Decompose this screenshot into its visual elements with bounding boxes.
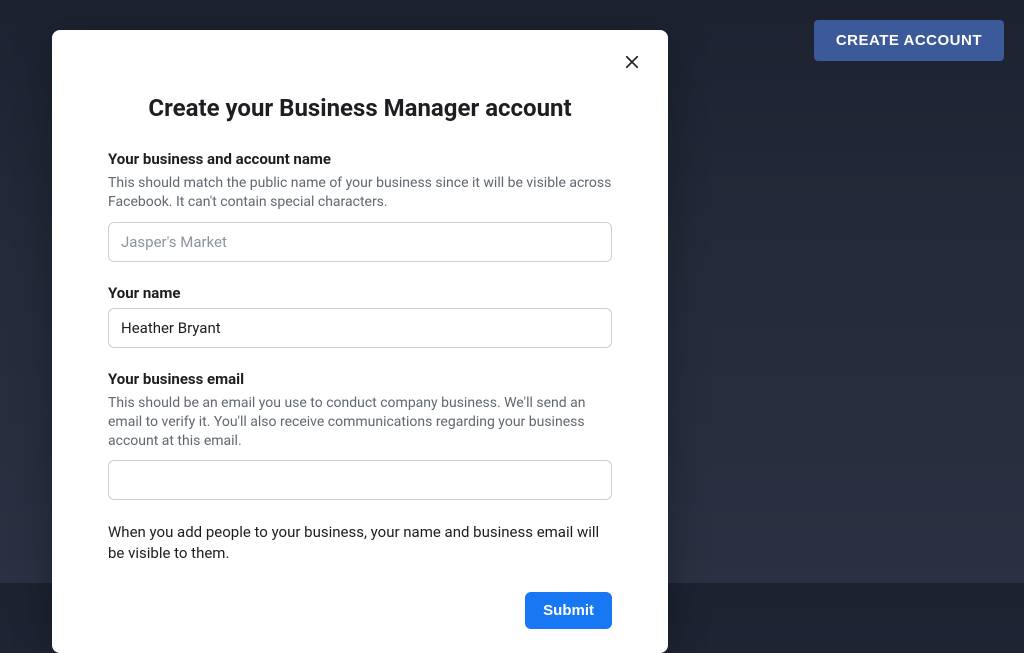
submit-button[interactable]: Submit xyxy=(525,592,612,629)
business-name-input[interactable] xyxy=(108,222,612,262)
close-button[interactable] xyxy=(620,50,644,74)
visibility-note: When you add people to your business, yo… xyxy=(108,522,612,564)
your-name-input[interactable] xyxy=(108,308,612,348)
business-name-label: Your business and account name xyxy=(108,150,612,168)
your-name-group: Your name xyxy=(108,284,612,348)
modal-title: Create your Business Manager account xyxy=(108,94,612,122)
your-name-label: Your name xyxy=(108,284,612,302)
business-email-group: Your business email This should be an em… xyxy=(108,370,612,501)
business-name-group: Your business and account name This shou… xyxy=(108,150,612,262)
modal-footer: Submit xyxy=(108,592,612,629)
business-email-input[interactable] xyxy=(108,460,612,500)
create-business-manager-modal: Create your Business Manager account You… xyxy=(52,30,668,653)
topbar: CREATE ACCOUNT xyxy=(814,0,1024,61)
business-email-label: Your business email xyxy=(108,370,612,388)
business-name-helper: This should match the public name of you… xyxy=(108,174,612,212)
close-icon xyxy=(623,53,641,71)
create-account-button[interactable]: CREATE ACCOUNT xyxy=(814,20,1004,61)
business-email-helper: This should be an email you use to condu… xyxy=(108,394,612,451)
